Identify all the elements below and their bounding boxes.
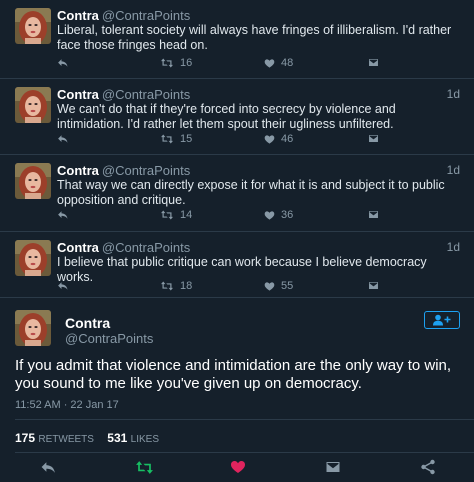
- reply-icon: [40, 459, 57, 476]
- dm-button[interactable]: [368, 280, 379, 291]
- reply-tweet[interactable]: Contra @ContraPoints 1d We can't do that …: [0, 79, 474, 155]
- envelope-icon: [368, 209, 379, 220]
- engagement-stats: 175 RETWEETS 531 LIKES: [15, 431, 169, 445]
- retweet-icon: [135, 459, 154, 476]
- heart-icon: [230, 459, 246, 475]
- share-icon: [420, 459, 436, 475]
- retweet-count: 14: [180, 209, 193, 221]
- retweet-icon: [160, 209, 174, 221]
- reply-icon: [57, 280, 69, 292]
- author-name: Contra: [57, 8, 99, 23]
- author-handle: @ContraPoints: [101, 87, 191, 102]
- retweet-count: 16: [180, 57, 193, 69]
- avatar[interactable]: [15, 8, 51, 44]
- retweet-icon: [160, 57, 174, 69]
- author-handle: @ContraPoints: [101, 240, 191, 255]
- envelope-icon: [368, 57, 379, 68]
- reply-tweet[interactable]: Contra @ContraPoints Liberal, tolerant so…: [0, 0, 474, 79]
- like-button[interactable]: 48: [264, 57, 293, 69]
- dm-button[interactable]: [368, 133, 379, 144]
- retweet-button[interactable]: 14: [160, 209, 192, 221]
- follow-button[interactable]: [424, 311, 460, 329]
- tweet-time: 1d: [446, 240, 460, 254]
- reply-button[interactable]: [57, 57, 69, 69]
- envelope-icon: [368, 280, 379, 291]
- retweet-button[interactable]: [135, 459, 154, 481]
- avatar[interactable]: [15, 310, 51, 346]
- like-count: 46: [281, 133, 294, 145]
- share-button[interactable]: [420, 459, 436, 480]
- main-tweet-text: If you admit that violence and intimidat…: [15, 357, 452, 392]
- tweet-time: 1d: [446, 87, 460, 101]
- author-handle[interactable]: @ContraPoints: [65, 331, 153, 346]
- like-button[interactable]: 55: [264, 280, 293, 292]
- retweet-button[interactable]: 15: [160, 133, 192, 145]
- like-button[interactable]: 46: [264, 133, 293, 145]
- divider: [15, 419, 474, 420]
- dm-button[interactable]: [325, 459, 341, 480]
- reply-icon: [57, 209, 69, 221]
- reply-button[interactable]: [57, 209, 69, 221]
- like-button[interactable]: 36: [264, 209, 293, 221]
- likes-count[interactable]: 531: [107, 431, 127, 445]
- like-count: 48: [281, 57, 294, 69]
- author-name: Contra: [57, 240, 99, 255]
- tweet-text: That way we can directly expose it for w…: [57, 178, 445, 207]
- avatar[interactable]: [15, 87, 51, 123]
- like-button[interactable]: [230, 459, 246, 480]
- avatar[interactable]: [15, 163, 51, 199]
- like-count: 55: [281, 280, 294, 292]
- retweet-button[interactable]: 16: [160, 57, 192, 69]
- reply-button[interactable]: [57, 280, 69, 292]
- like-count: 36: [281, 209, 294, 221]
- heart-icon: [264, 134, 275, 145]
- tweet-text: We can't do that if they're forced into …: [57, 102, 396, 131]
- reply-tweet[interactable]: Contra @ContraPoints 1d I believe that pu…: [0, 232, 474, 298]
- likes-label[interactable]: LIKES: [131, 434, 159, 445]
- retweet-button[interactable]: 18: [160, 280, 192, 292]
- timestamp: 11:52 AM · 22 Jan 17: [15, 399, 119, 411]
- author-handle: @ContraPoints: [101, 163, 191, 178]
- retweet-count: 15: [180, 133, 193, 145]
- add-user-icon: [433, 314, 451, 326]
- retweets-label[interactable]: RETWEETS: [38, 434, 94, 445]
- author-name: Contra: [57, 163, 99, 178]
- author-name: Contra: [57, 87, 99, 102]
- author-handle: @ContraPoints: [101, 8, 191, 23]
- tweet-time: 1d: [446, 163, 460, 177]
- reply-button[interactable]: [57, 133, 69, 145]
- reply-button[interactable]: [40, 459, 57, 481]
- reply-tweet[interactable]: Contra @ContraPoints 1d That way we can d…: [0, 155, 474, 232]
- tweet-text: Liberal, tolerant society will always ha…: [57, 23, 452, 52]
- dm-button[interactable]: [368, 209, 379, 220]
- retweet-icon: [160, 280, 174, 292]
- heart-icon: [264, 281, 275, 292]
- retweet-count: 18: [180, 280, 193, 292]
- heart-icon: [264, 58, 275, 69]
- reply-icon: [57, 57, 69, 69]
- reply-icon: [57, 133, 69, 145]
- author-name[interactable]: Contra: [65, 315, 110, 331]
- envelope-icon: [368, 133, 379, 144]
- main-action-bar: [0, 453, 474, 482]
- dm-button[interactable]: [368, 57, 379, 68]
- heart-icon: [264, 210, 275, 221]
- envelope-icon: [325, 459, 341, 475]
- retweets-count[interactable]: 175: [15, 431, 35, 445]
- avatar[interactable]: [15, 240, 51, 276]
- retweet-icon: [160, 133, 174, 145]
